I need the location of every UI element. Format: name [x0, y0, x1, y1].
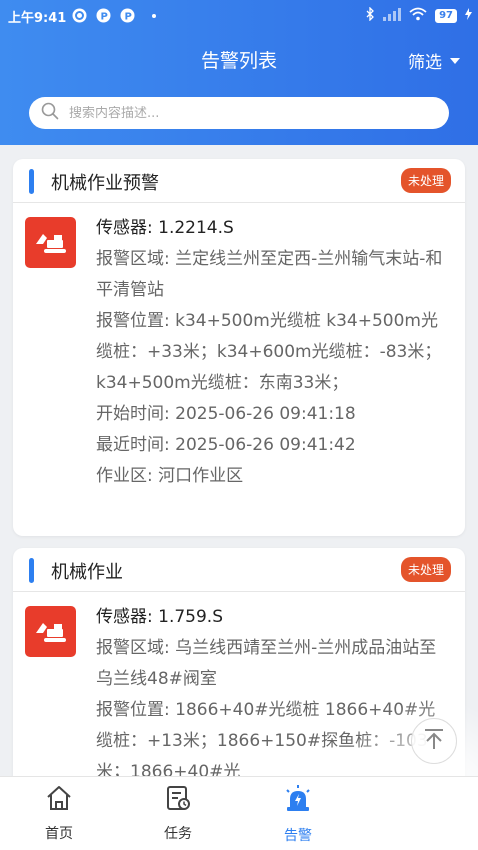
alarm-title: 机械作业 [51, 562, 123, 583]
alarm-position-text: 报警位置: 1866+40#光缆桩 1866+40#光缆桩：+13米；1866+… [96, 700, 436, 782]
p-app-icon-2: P [120, 8, 135, 23]
tab-task[interactable]: 任务 [138, 785, 218, 843]
alarm-icon [283, 785, 313, 817]
status-badge: 未处理 [400, 168, 451, 193]
status-indicators: 97 [365, 6, 472, 25]
alarm-card-header: 机械作业 未处理 [13, 548, 465, 592]
chevron-down-icon [450, 57, 460, 64]
title-accent-bar [29, 558, 34, 583]
tab-alarm[interactable]: 告警 [258, 785, 338, 845]
bottom-tab-bar: 首页 任务 告警 [0, 776, 478, 850]
search-bar[interactable] [29, 97, 449, 129]
alarm-card[interactable]: 机械作业预警 未处理 传感器: 1.2214.S 报警区域: 兰定线兰州至定西-… [13, 159, 465, 536]
svg-text:P: P [125, 12, 132, 23]
tab-home[interactable]: 首页 [19, 785, 99, 843]
alarm-card-body: 传感器: 1.759.S 报警区域: 乌兰线西靖至兰州-兰州成品油站至乌兰线48… [13, 592, 465, 798]
charging-icon [465, 8, 472, 24]
header: 上午9:41 P P 97 告警列表 筛选 搜索内容描述... [0, 0, 478, 145]
recent-time-text: 最近时间: 2025-06-26 09:41:42 [96, 435, 356, 455]
status-bar: 上午9:41 P P 97 [0, 0, 478, 30]
work-zone-text: 作业区: 河口作业区 [96, 466, 244, 486]
search-icon [41, 102, 59, 124]
bluetooth-icon [365, 6, 375, 25]
p-app-icon: P [96, 8, 111, 23]
sensor-text: 传感器: 1.2214.S [96, 218, 234, 238]
dot-icon [146, 8, 161, 23]
alarm-card-header: 机械作业预警 未处理 [13, 159, 465, 203]
excavator-icon [25, 217, 76, 268]
tab-label: 首页 [45, 826, 73, 842]
title-accent-bar [29, 169, 34, 194]
page-title: 告警列表 [200, 50, 277, 72]
alarm-title: 机械作业预警 [51, 173, 159, 194]
back-to-top-button[interactable] [411, 718, 457, 764]
alarm-area-text: 报警区域: 乌兰线西靖至兰州-兰州成品油站至乌兰线48#阀室 [96, 638, 437, 689]
alarm-area-text: 报警区域: 兰定线兰州至定西-兰州输气末站-和平清管站 [96, 249, 443, 300]
status-badge: 未处理 [400, 557, 451, 582]
start-time-text: 开始时间: 2025-06-26 09:41:18 [96, 404, 356, 424]
alarm-position-text: 报警位置: k34+500m光缆桩 k34+500m光缆桩：+33米；k34+6… [96, 311, 442, 393]
task-icon [164, 785, 192, 815]
filter-button[interactable]: 筛选 [408, 48, 460, 73]
app-notification-icon [72, 8, 87, 23]
tab-label: 任务 [164, 826, 192, 842]
search-input[interactable] [69, 105, 409, 121]
sensor-text: 传感器: 1.759.S [96, 607, 223, 627]
home-icon [45, 785, 73, 815]
battery-icon: 97 [435, 9, 457, 23]
wifi-icon [409, 7, 427, 25]
svg-text:P: P [101, 12, 108, 23]
signal-icon [383, 7, 402, 25]
filter-label: 筛选 [408, 53, 442, 73]
alarm-card-body: 传感器: 1.2214.S 报警区域: 兰定线兰州至定西-兰州输气末站-和平清管… [13, 203, 465, 502]
tab-label: 告警 [284, 828, 312, 844]
arrow-up-icon [423, 727, 445, 755]
excavator-icon [25, 606, 76, 657]
status-time: 上午9:41 [8, 11, 67, 26]
